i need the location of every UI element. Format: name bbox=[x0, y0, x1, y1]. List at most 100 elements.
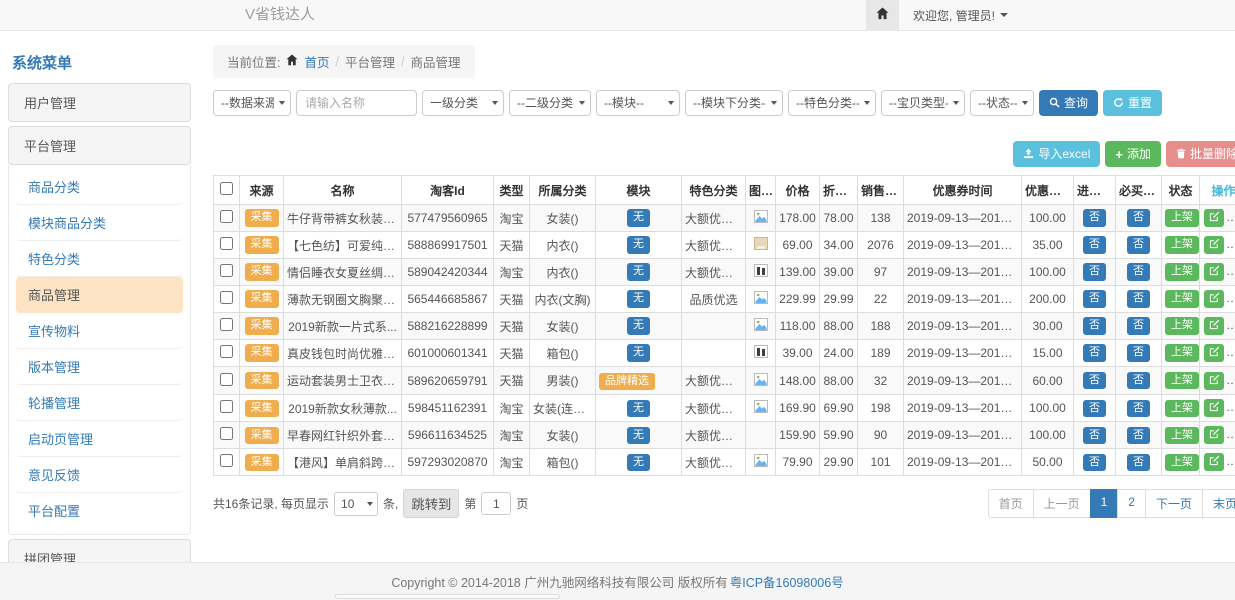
import-select-toggle[interactable]: 否 bbox=[1083, 263, 1106, 280]
sidebar-subitem[interactable]: 版本管理 bbox=[16, 349, 183, 385]
must-buy-toggle[interactable]: 否 bbox=[1127, 344, 1150, 361]
row-checkbox[interactable] bbox=[220, 264, 233, 277]
row-checkbox[interactable] bbox=[220, 237, 233, 250]
sidebar-subitem[interactable]: 模块商品分类 bbox=[16, 205, 183, 241]
icp-link[interactable]: 粤ICP备16098006号 bbox=[730, 572, 844, 591]
reset-button[interactable]: 重置 bbox=[1103, 90, 1162, 116]
status-badge[interactable]: 上架 bbox=[1165, 427, 1199, 444]
filter-select[interactable]: --模块下分类-- bbox=[685, 90, 783, 116]
filter-select[interactable]: --模块-- bbox=[596, 90, 680, 116]
status-badge[interactable]: 上架 bbox=[1165, 317, 1199, 334]
user-menu[interactable]: 欢迎您, 管理员! bbox=[913, 7, 1008, 24]
edit-button[interactable] bbox=[1204, 290, 1224, 308]
batch-delete-button[interactable]: 批量删除 bbox=[1166, 141, 1235, 167]
add-button[interactable]: + 添加 bbox=[1105, 141, 1161, 167]
edit-button[interactable] bbox=[1204, 426, 1224, 444]
row-checkbox[interactable] bbox=[220, 210, 233, 223]
sidebar-item[interactable]: 平台管理 bbox=[8, 126, 191, 165]
status-badge[interactable]: 上架 bbox=[1165, 290, 1199, 307]
status-badge[interactable]: 上架 bbox=[1165, 263, 1199, 280]
must-buy-toggle[interactable]: 否 bbox=[1127, 400, 1150, 417]
status-badge[interactable]: 上架 bbox=[1165, 372, 1199, 389]
jump-button[interactable]: 跳转到 bbox=[403, 489, 459, 518]
import-select-toggle[interactable]: 否 bbox=[1083, 209, 1106, 226]
edit-button[interactable] bbox=[1204, 372, 1224, 390]
edit-button[interactable] bbox=[1204, 209, 1224, 227]
must-buy-toggle[interactable]: 否 bbox=[1127, 263, 1150, 280]
must-buy-toggle[interactable]: 否 bbox=[1127, 290, 1150, 307]
filter-select-control[interactable]: --二级分类-- bbox=[509, 90, 591, 116]
filter-select[interactable]: 一级分类 bbox=[422, 90, 504, 116]
filter-select-control[interactable]: --模块-- bbox=[596, 90, 680, 116]
sidebar-subitem[interactable]: 商品管理 bbox=[16, 277, 183, 313]
edit-button[interactable] bbox=[1204, 263, 1224, 281]
edit-button[interactable] bbox=[1204, 317, 1224, 335]
import-excel-button[interactable]: 导入excel bbox=[1013, 141, 1100, 167]
status-badge[interactable]: 上架 bbox=[1165, 236, 1199, 253]
sidebar-subitem[interactable]: 宣传物料 bbox=[16, 313, 183, 349]
import-select-toggle[interactable]: 否 bbox=[1083, 454, 1106, 471]
filter-select-control[interactable]: --宝贝类型-- bbox=[881, 90, 965, 116]
import-select-toggle[interactable]: 否 bbox=[1083, 290, 1106, 307]
sidebar-item[interactable]: 用户管理 bbox=[8, 83, 191, 122]
filter-select-control[interactable]: --数据来源-- bbox=[213, 90, 291, 116]
filter-select[interactable]: --状态-- bbox=[970, 90, 1034, 116]
row-checkbox[interactable] bbox=[220, 345, 233, 358]
must-buy-toggle[interactable]: 否 bbox=[1127, 317, 1150, 334]
must-buy-toggle[interactable]: 否 bbox=[1127, 454, 1150, 471]
status-badge[interactable]: 上架 bbox=[1165, 209, 1199, 226]
edit-button[interactable] bbox=[1204, 399, 1224, 417]
pager-button[interactable]: 2 bbox=[1117, 489, 1146, 518]
row-checkbox[interactable] bbox=[220, 454, 233, 467]
status-badge[interactable]: 上架 bbox=[1165, 454, 1199, 471]
import-select-toggle[interactable]: 否 bbox=[1083, 372, 1106, 389]
edit-button[interactable] bbox=[1204, 344, 1224, 362]
pager-button[interactable]: 首页 bbox=[988, 489, 1034, 518]
import-select-toggle[interactable]: 否 bbox=[1083, 317, 1106, 334]
filter-select-control[interactable]: 一级分类 bbox=[422, 90, 504, 116]
horizontal-scrollbar-thumb[interactable] bbox=[335, 594, 560, 599]
search-button[interactable]: 查询 bbox=[1039, 90, 1098, 116]
breadcrumb-home-link[interactable]: 首页 bbox=[304, 52, 329, 71]
filter-select-control[interactable]: --特色分类-- bbox=[788, 90, 876, 116]
name-search-input[interactable] bbox=[296, 90, 417, 116]
sidebar-item[interactable]: 拼团管理 bbox=[8, 539, 191, 562]
import-select-toggle[interactable]: 否 bbox=[1083, 400, 1106, 417]
filter-select[interactable]: --数据来源-- bbox=[213, 90, 291, 116]
sidebar-subitem[interactable]: 意见反馈 bbox=[16, 457, 183, 493]
row-checkbox[interactable] bbox=[220, 400, 233, 413]
filter-select[interactable]: --特色分类-- bbox=[788, 90, 876, 116]
home-nav-button[interactable] bbox=[866, 0, 899, 30]
must-buy-toggle[interactable]: 否 bbox=[1127, 209, 1150, 226]
select-all-checkbox[interactable] bbox=[220, 182, 233, 195]
import-select-toggle[interactable]: 否 bbox=[1083, 236, 1106, 253]
filter-select-control[interactable]: --状态-- bbox=[970, 90, 1034, 116]
sidebar-subitem[interactable]: 特色分类 bbox=[16, 241, 183, 277]
row-checkbox[interactable] bbox=[220, 318, 233, 331]
row-checkbox[interactable] bbox=[220, 373, 233, 386]
must-buy-toggle[interactable]: 否 bbox=[1127, 236, 1150, 253]
sidebar-subitem[interactable]: 平台配置 bbox=[16, 493, 183, 528]
must-buy-toggle[interactable]: 否 bbox=[1127, 372, 1150, 389]
filter-select[interactable]: --二级分类-- bbox=[509, 90, 591, 116]
pager-button[interactable]: 下一页 bbox=[1145, 489, 1203, 518]
pager-button[interactable]: 末页 bbox=[1202, 489, 1235, 518]
filter-select-control[interactable]: --模块下分类-- bbox=[685, 90, 783, 116]
sidebar-subitem[interactable]: 商品分类 bbox=[16, 169, 183, 205]
must-buy-toggle[interactable]: 否 bbox=[1127, 427, 1150, 444]
edit-button[interactable] bbox=[1204, 453, 1224, 471]
status-badge[interactable]: 上架 bbox=[1165, 344, 1199, 361]
pager-button[interactable]: 1 bbox=[1090, 489, 1119, 518]
filter-select[interactable]: --宝贝类型-- bbox=[881, 90, 965, 116]
import-select-toggle[interactable]: 否 bbox=[1083, 344, 1106, 361]
status-badge[interactable]: 上架 bbox=[1165, 400, 1199, 417]
page-number-input[interactable] bbox=[481, 492, 511, 515]
import-select-toggle[interactable]: 否 bbox=[1083, 427, 1106, 444]
per-page-select[interactable]: 10 bbox=[334, 492, 378, 516]
edit-button[interactable] bbox=[1204, 236, 1224, 254]
row-checkbox[interactable] bbox=[220, 427, 233, 440]
sidebar-subitem[interactable]: 启动页管理 bbox=[16, 421, 183, 457]
row-checkbox[interactable] bbox=[220, 291, 233, 304]
pager-button[interactable]: 上一页 bbox=[1033, 489, 1091, 518]
sidebar-subitem[interactable]: 轮播管理 bbox=[16, 385, 183, 421]
